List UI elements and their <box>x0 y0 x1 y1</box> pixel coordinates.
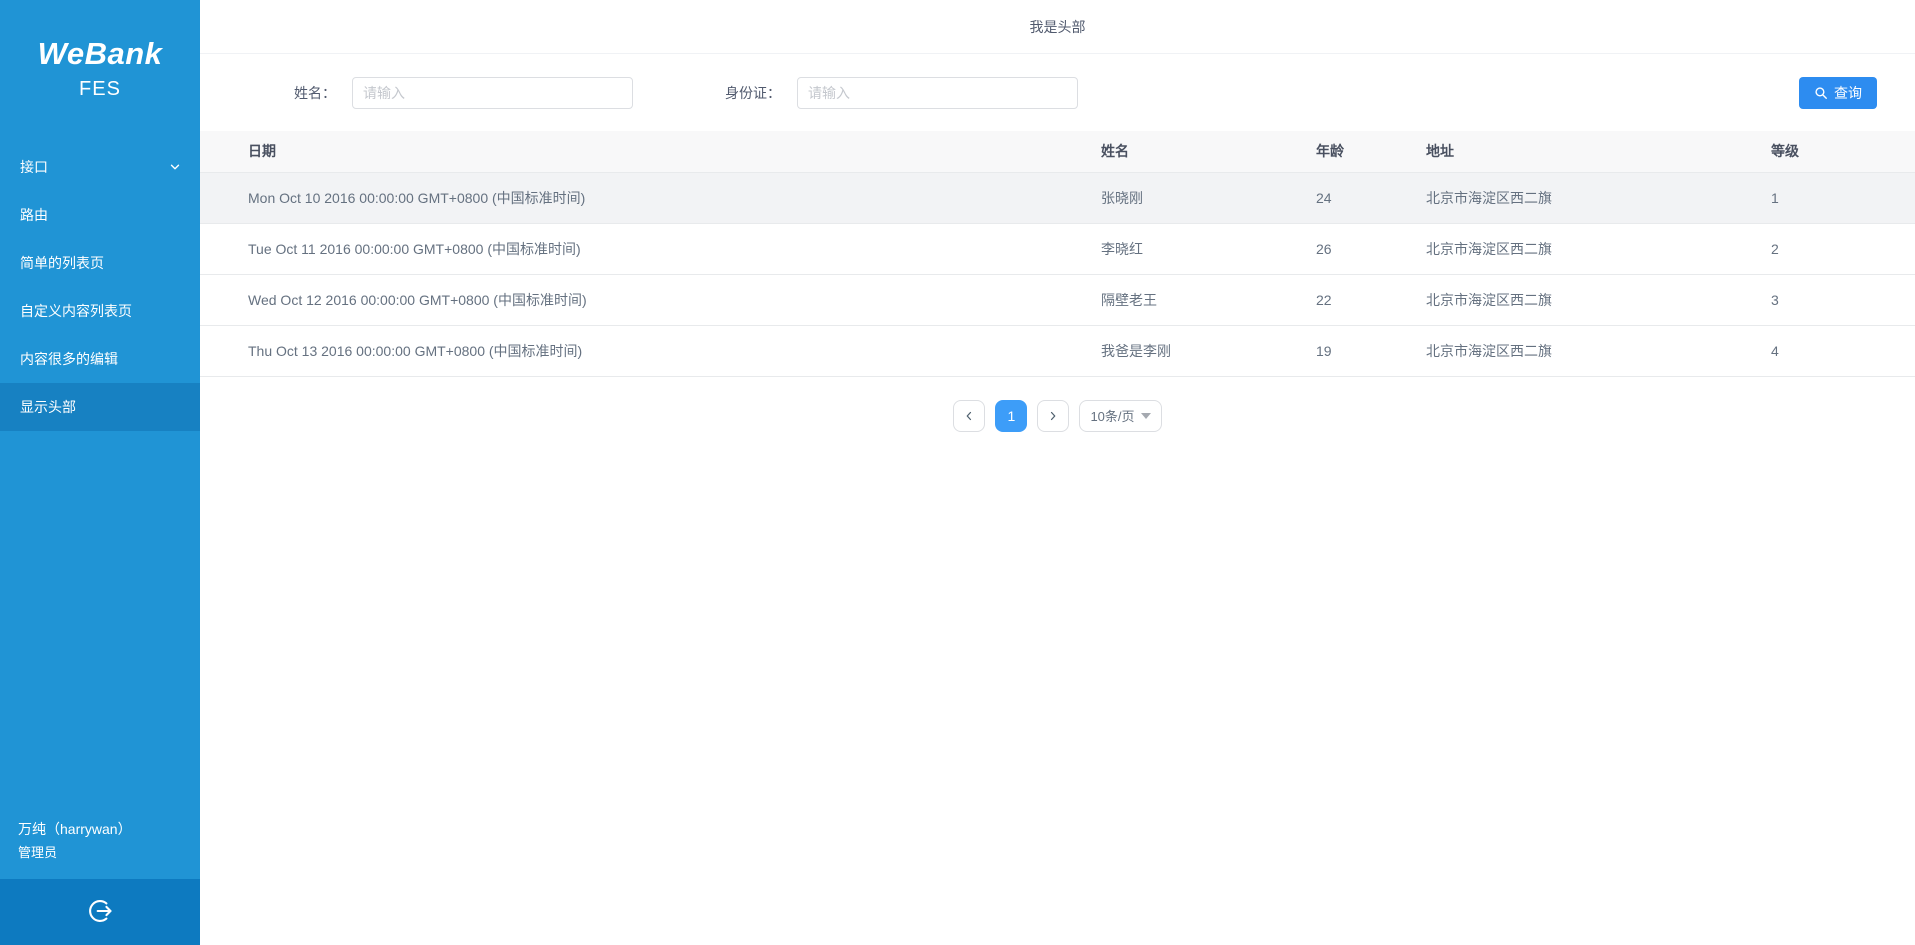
next-page-button[interactable] <box>1037 400 1069 432</box>
cell-level: 1 <box>1753 172 1915 223</box>
user-role: 管理员 <box>18 841 200 865</box>
name-field-label: 姓名： <box>294 83 336 103</box>
search-bar: 姓名： 身份证： 查询 <box>200 54 1915 131</box>
sidebar-item-simple-list[interactable]: 简单的列表页 <box>0 239 200 287</box>
cell-date: Tue Oct 11 2016 00:00:00 GMT+0800 (中国标准时… <box>200 223 1083 274</box>
main-content: 我是头部 姓名： 身份证： 查询 日期 姓名 年龄 地址 <box>200 0 1915 945</box>
user-name: 万纯（harrywan） <box>18 817 200 841</box>
sidebar-item-label: 路由 <box>20 205 48 225</box>
logout-icon <box>86 897 114 928</box>
sidebar-item-long-edit[interactable]: 内容很多的编辑 <box>0 335 200 383</box>
sidebar-item-label: 接口 <box>20 157 48 177</box>
cell-address: 北京市海淀区西二旗 <box>1408 325 1753 376</box>
id-input[interactable] <box>797 77 1078 109</box>
cell-level: 2 <box>1753 223 1915 274</box>
sidebar-item-label: 显示头部 <box>20 397 76 417</box>
pagination: 1 10条/页 <box>200 400 1915 432</box>
logo-subtitle: FES <box>0 78 200 101</box>
caret-down-icon <box>1141 413 1151 419</box>
column-header-date: 日期 <box>200 131 1083 172</box>
table-header-row: 日期 姓名 年龄 地址 等级 <box>200 131 1915 172</box>
user-info: 万纯（harrywan） 管理员 <box>0 817 200 879</box>
column-header-address: 地址 <box>1408 131 1753 172</box>
sidebar-item-label: 自定义内容列表页 <box>20 301 132 321</box>
name-field-group: 姓名： <box>294 77 633 109</box>
table-row[interactable]: Wed Oct 12 2016 00:00:00 GMT+0800 (中国标准时… <box>200 274 1915 325</box>
sidebar-item-interface[interactable]: 接口 <box>0 143 200 191</box>
page-number-active[interactable]: 1 <box>995 400 1027 432</box>
table-row[interactable]: Thu Oct 13 2016 00:00:00 GMT+0800 (中国标准时… <box>200 325 1915 376</box>
query-button-label: 查询 <box>1834 83 1862 103</box>
cell-address: 北京市海淀区西二旗 <box>1408 274 1753 325</box>
cell-name: 我爸是李刚 <box>1083 325 1298 376</box>
page-size-label: 10条/页 <box>1090 406 1134 425</box>
data-table: 日期 姓名 年龄 地址 等级 Mon Oct 10 2016 00:00:00 … <box>200 131 1915 377</box>
cell-date: Wed Oct 12 2016 00:00:00 GMT+0800 (中国标准时… <box>200 274 1083 325</box>
chevron-left-icon <box>962 409 976 423</box>
prev-page-button[interactable] <box>953 400 985 432</box>
cell-level: 3 <box>1753 274 1915 325</box>
sidebar-item-route[interactable]: 路由 <box>0 191 200 239</box>
cell-age: 22 <box>1298 274 1408 325</box>
table-body: Mon Oct 10 2016 00:00:00 GMT+0800 (中国标准时… <box>200 172 1915 376</box>
table-row[interactable]: Mon Oct 10 2016 00:00:00 GMT+0800 (中国标准时… <box>200 172 1915 223</box>
column-header-age: 年龄 <box>1298 131 1408 172</box>
sidebar-item-show-header[interactable]: 显示头部 <box>0 383 200 431</box>
sidebar: WeBank FES 接口 路由 简单的列表页 自定义内容列表页 内容很多的编辑… <box>0 0 200 945</box>
cell-age: 24 <box>1298 172 1408 223</box>
cell-address: 北京市海淀区西二旗 <box>1408 172 1753 223</box>
sidebar-item-custom-list[interactable]: 自定义内容列表页 <box>0 287 200 335</box>
sidebar-item-label: 简单的列表页 <box>20 253 104 273</box>
cell-date: Mon Oct 10 2016 00:00:00 GMT+0800 (中国标准时… <box>200 172 1083 223</box>
column-header-name: 姓名 <box>1083 131 1298 172</box>
logo-brand: WeBank <box>0 36 200 72</box>
app-logo: WeBank FES <box>0 0 200 101</box>
sidebar-menu: 接口 路由 简单的列表页 自定义内容列表页 内容很多的编辑 显示头部 <box>0 143 200 431</box>
id-field-label: 身份证： <box>725 83 781 103</box>
search-icon <box>1814 86 1828 100</box>
cell-name: 张晓刚 <box>1083 172 1298 223</box>
query-button[interactable]: 查询 <box>1799 77 1877 109</box>
name-input[interactable] <box>352 77 633 109</box>
sidebar-spacer <box>0 431 200 817</box>
table-header: 日期 姓名 年龄 地址 等级 <box>200 131 1915 172</box>
sidebar-item-label: 内容很多的编辑 <box>20 349 118 369</box>
table-row[interactable]: Tue Oct 11 2016 00:00:00 GMT+0800 (中国标准时… <box>200 223 1915 274</box>
column-header-level: 等级 <box>1753 131 1915 172</box>
chevron-right-icon <box>1046 409 1060 423</box>
page-size-select[interactable]: 10条/页 <box>1079 400 1161 432</box>
chevron-down-icon <box>168 160 182 174</box>
page-header: 我是头部 <box>200 0 1915 54</box>
cell-age: 26 <box>1298 223 1408 274</box>
cell-address: 北京市海淀区西二旗 <box>1408 223 1753 274</box>
logout-button[interactable] <box>0 879 200 945</box>
cell-name: 李晓红 <box>1083 223 1298 274</box>
page-title: 我是头部 <box>1030 17 1086 37</box>
cell-name: 隔壁老王 <box>1083 274 1298 325</box>
id-field-group: 身份证： <box>725 77 1078 109</box>
cell-date: Thu Oct 13 2016 00:00:00 GMT+0800 (中国标准时… <box>200 325 1083 376</box>
cell-level: 4 <box>1753 325 1915 376</box>
cell-age: 19 <box>1298 325 1408 376</box>
